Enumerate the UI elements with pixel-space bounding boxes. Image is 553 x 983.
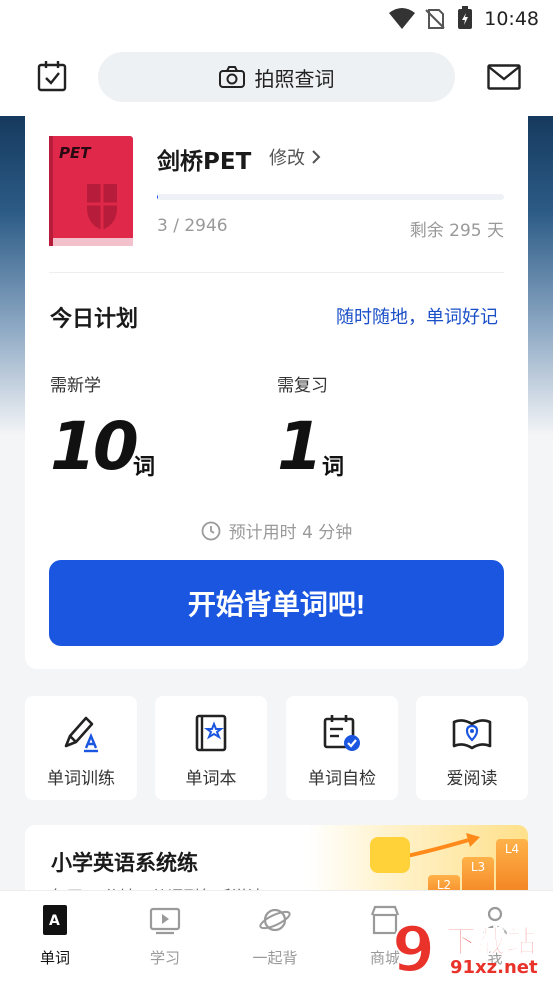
no-sim-icon: [425, 9, 445, 29]
review-words-label: 需复习: [277, 376, 328, 396]
edit-book-label: 修改: [269, 148, 305, 169]
planet-icon: [259, 908, 291, 932]
progress-count: 3 / 2946: [157, 216, 228, 236]
divider: [49, 272, 504, 273]
new-words-unit: 词: [133, 455, 156, 480]
book-cover[interactable]: PET: [49, 136, 133, 246]
top-header: 拍照查词: [0, 38, 553, 116]
tile-label: 爱阅读: [446, 769, 498, 789]
svg-text:A: A: [49, 913, 60, 929]
notebook-star-icon: [195, 714, 227, 752]
calendar-check-icon: [323, 715, 360, 751]
tile-word-training[interactable]: 单词训练: [25, 696, 137, 800]
tile-self-check[interactable]: 单词自检: [286, 696, 398, 800]
mail-icon[interactable]: [487, 64, 521, 90]
calendar-check-in-icon[interactable]: [37, 60, 67, 92]
start-memorizing-button[interactable]: 开始背单词吧!: [49, 560, 504, 646]
new-words-count: 10: [50, 408, 139, 485]
watermark-text: 下载站: [446, 925, 537, 961]
progress-bar: [157, 194, 504, 200]
tile-reading[interactable]: 爱阅读: [416, 696, 528, 800]
book-title: 剑桥PET: [157, 149, 252, 175]
photo-lookup-button[interactable]: 拍照查词: [98, 52, 455, 102]
watermark-logo-icon: 9: [392, 915, 436, 979]
open-book-icon: [452, 719, 492, 750]
time-estimate: 预计用时 4 分钟: [25, 518, 528, 543]
clock-time: 10:48: [484, 8, 539, 30]
nav-label: 一起背: [252, 949, 298, 967]
status-bar: 10:48: [0, 0, 553, 38]
clock-icon: [201, 521, 221, 540]
battery-icon: [458, 6, 472, 29]
wifi-icon: [389, 8, 415, 29]
mascot-icon: [370, 837, 410, 873]
tile-label: 单词训练: [47, 769, 115, 789]
pencil-a-icon: [64, 716, 98, 753]
site-watermark: 9 下载站 91xz.net: [392, 915, 553, 983]
word-book-icon: A: [43, 905, 67, 935]
book-cover-label: PET: [59, 144, 92, 162]
nav-label: 单词: [39, 949, 70, 967]
plan-title: 今日计划: [50, 307, 139, 332]
svg-text:9: 9: [392, 915, 435, 979]
time-estimate-text: 预计用时 4 分钟: [228, 523, 353, 543]
edit-book-link[interactable]: 修改: [269, 144, 321, 170]
chevron-right-icon: [312, 150, 321, 164]
nav-item-words[interactable]: A 单词: [0, 891, 110, 983]
study-plan-card: PET 剑桥PET 修改 3 / 2946 剩余 295 天 今日计划 随时随地…: [25, 116, 528, 669]
plan-slogan-link[interactable]: 随时随地，单词好记: [336, 303, 498, 329]
watermark-url: 91xz.net: [450, 957, 538, 978]
tile-label: 单词本: [185, 769, 237, 789]
nav-item-study[interactable]: 学习: [110, 891, 220, 983]
banner-title: 小学英语系统练: [51, 851, 198, 875]
review-words-unit: 词: [322, 455, 345, 480]
tile-label: 单词自检: [308, 769, 376, 789]
nav-item-together[interactable]: 一起背: [220, 891, 330, 983]
new-words-label: 需新学: [50, 376, 101, 396]
video-play-icon: [149, 907, 181, 935]
photo-lookup-label: 拍照查词: [254, 66, 335, 91]
nav-label: 学习: [149, 949, 180, 967]
camera-icon: [218, 66, 245, 88]
tile-word-book[interactable]: 单词本: [155, 696, 267, 800]
review-words-count: 1: [277, 408, 323, 485]
days-remaining: 剩余 295 天: [409, 221, 504, 241]
